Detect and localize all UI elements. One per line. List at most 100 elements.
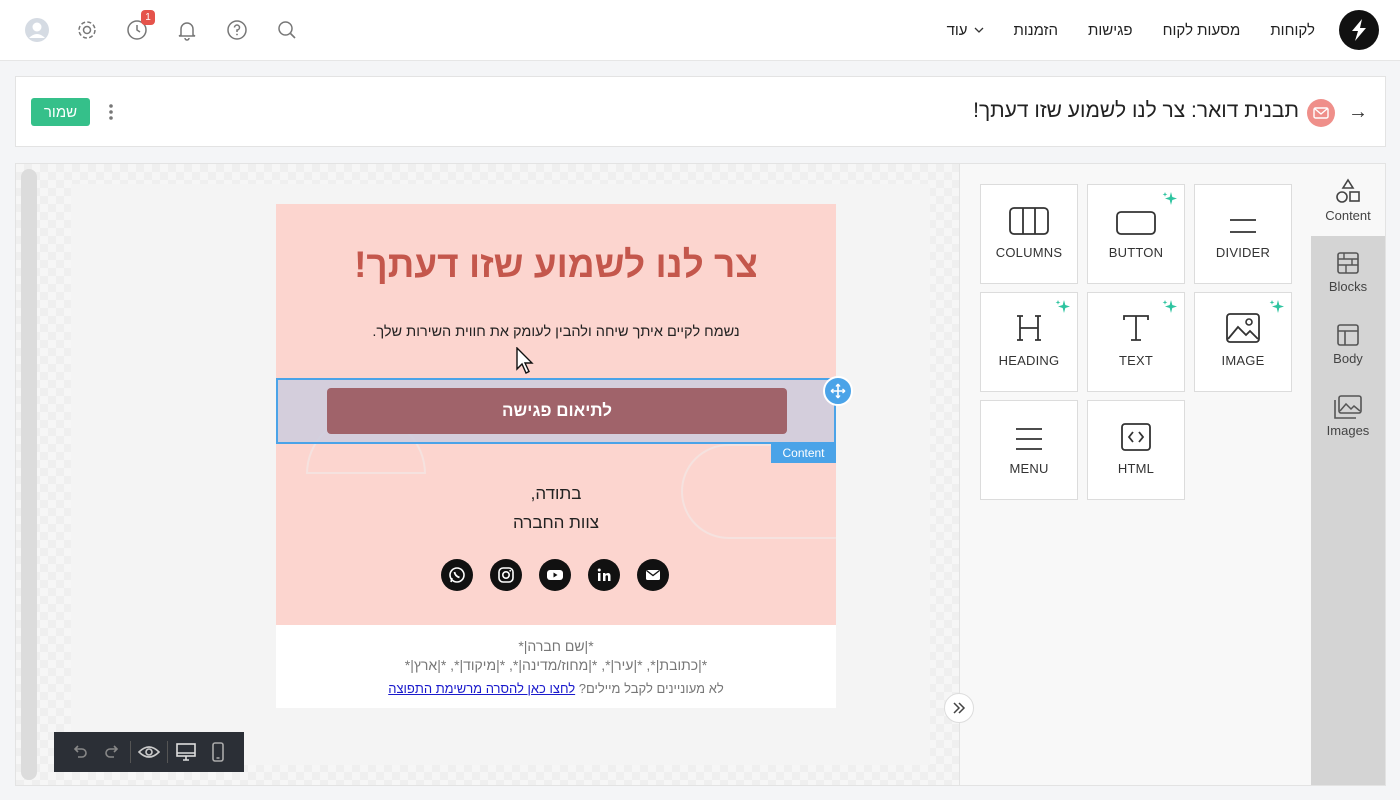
tool-label: MENU bbox=[1009, 461, 1049, 476]
footer-unsubscribe: לא מעוניינים לקבל מיילים? לחצו כאן להסרה… bbox=[276, 681, 836, 696]
history-icon[interactable]: 1 bbox=[124, 10, 155, 43]
nav-meetings[interactable]: פגישות bbox=[1088, 22, 1133, 39]
layout-icon bbox=[1337, 323, 1359, 346]
email-body-text[interactable]: נשמח לקיים איתך שיחה ולהבין לעומק את חוו… bbox=[276, 324, 836, 340]
move-handle-icon[interactable] bbox=[823, 376, 853, 406]
tool-label: HEADING bbox=[998, 353, 1060, 368]
unsubscribe-prefix: לא מעוניינים לקבל מיילים? bbox=[578, 681, 724, 696]
tool-label: DIVIDER bbox=[1215, 245, 1271, 260]
tool-html[interactable]: HTML bbox=[1087, 400, 1185, 500]
images-icon bbox=[1334, 394, 1362, 419]
tool-image[interactable]: IMAGE bbox=[1194, 292, 1292, 392]
top-icons: 1 bbox=[24, 10, 300, 43]
email-footer[interactable]: *|שם חברה|* *|כתובת|*, *|עיר|*, *|מחוז/מ… bbox=[276, 625, 836, 708]
gear-icon[interactable] bbox=[74, 17, 100, 43]
footer-company: *|שם חברה|* bbox=[518, 638, 594, 654]
cta-button[interactable]: לתיאום פגישה bbox=[327, 388, 787, 434]
nav-more-dropdown[interactable]: עוד bbox=[947, 22, 984, 39]
shapes-icon bbox=[1336, 177, 1360, 203]
avatar[interactable] bbox=[24, 17, 50, 43]
page-title: תבנית דואר: צר לנו לשמוע שזו דעתך! bbox=[973, 99, 1299, 122]
image-icon bbox=[1226, 313, 1260, 343]
tool-text[interactable]: TEXT bbox=[1087, 292, 1185, 392]
app-logo[interactable] bbox=[1339, 10, 1379, 50]
canvas-scrollbar[interactable] bbox=[21, 169, 37, 780]
linkedin-icon[interactable] bbox=[588, 559, 620, 591]
tab-body[interactable]: Body bbox=[1311, 308, 1385, 380]
content-tag: Content bbox=[771, 443, 836, 463]
tab-images-label: Images bbox=[1326, 422, 1370, 438]
heading-icon bbox=[1017, 315, 1041, 341]
tool-menu[interactable]: MENU bbox=[980, 400, 1078, 500]
main-nav: לקוחות מסעות לקוח פגישות הזמנות עוד bbox=[947, 0, 1315, 60]
redo-icon[interactable] bbox=[96, 732, 128, 772]
template-header: → תבנית דואר: צר לנו לשמוע שזו דעתך! שמו… bbox=[15, 76, 1386, 147]
nav-more-label: עוד bbox=[946, 21, 968, 39]
social-links bbox=[441, 559, 669, 591]
tool-label: IMAGE bbox=[1221, 353, 1265, 368]
email-preview: צר לנו לשמוע שזו דעתך! נשמח לקיים איתך ש… bbox=[276, 204, 836, 708]
canvas-body: צר לנו לשמוע שזו דעתך! נשמח לקיים איתך ש… bbox=[71, 184, 930, 765]
tab-body-label: Body bbox=[1333, 350, 1363, 366]
tab-content[interactable]: Content bbox=[1311, 164, 1385, 236]
more-options-icon[interactable] bbox=[107, 102, 115, 122]
tab-content-label: Content bbox=[1325, 207, 1371, 223]
ai-sparkle-icon bbox=[1055, 300, 1070, 313]
button-icon bbox=[1116, 211, 1156, 235]
tool-columns[interactable]: COLUMNS bbox=[980, 184, 1078, 284]
back-arrow-icon[interactable]: → bbox=[1348, 101, 1368, 124]
mail-icon bbox=[1307, 99, 1335, 127]
tool-label: COLUMNS bbox=[995, 245, 1063, 260]
selected-button-row[interactable]: לתיאום פגישה bbox=[276, 378, 836, 444]
undo-icon[interactable] bbox=[64, 732, 96, 772]
columns-icon bbox=[1009, 207, 1049, 235]
toolbar-divider bbox=[167, 741, 168, 763]
youtube-icon[interactable] bbox=[539, 559, 571, 591]
email-icon[interactable] bbox=[637, 559, 669, 591]
tool-heading[interactable]: HEADING bbox=[980, 292, 1078, 392]
mobile-view-icon[interactable] bbox=[202, 732, 234, 772]
editor-canvas[interactable]: צר לנו לשמוע שזו דעתך! נשמח לקיים איתך ש… bbox=[16, 164, 959, 785]
nav-customers[interactable]: לקוחות bbox=[1270, 22, 1315, 39]
html-code-icon bbox=[1121, 423, 1151, 451]
tab-blocks[interactable]: Blocks bbox=[1311, 236, 1385, 308]
nav-orders[interactable]: הזמנות bbox=[1014, 22, 1058, 39]
mouse-cursor-icon bbox=[516, 347, 534, 374]
signoff-line-2: צוות החברה bbox=[512, 513, 600, 532]
email-editor: צר לנו לשמוע שזו דעתך! נשמח לקיים איתך ש… bbox=[15, 163, 1386, 786]
chevron-down-icon bbox=[974, 27, 983, 33]
bell-icon[interactable] bbox=[174, 17, 200, 43]
save-button[interactable]: שמור bbox=[31, 98, 90, 126]
tool-label: TEXT bbox=[1118, 353, 1154, 368]
preview-eye-icon[interactable] bbox=[133, 732, 165, 772]
signoff-line-1: בתודה, bbox=[530, 484, 582, 503]
unsubscribe-link[interactable]: לחצו כאן להסרה מרשימת התפוצה bbox=[388, 681, 575, 696]
search-icon[interactable] bbox=[274, 17, 300, 43]
collapse-panel-icon[interactable] bbox=[944, 693, 974, 723]
menu-icon bbox=[1016, 428, 1042, 450]
toolbar-divider bbox=[130, 741, 131, 763]
text-icon bbox=[1123, 315, 1149, 341]
top-navbar: לקוחות מסעות לקוח פגישות הזמנות עוד 1 bbox=[0, 0, 1400, 61]
whatsapp-icon[interactable] bbox=[441, 559, 473, 591]
instagram-icon[interactable] bbox=[490, 559, 522, 591]
email-hero[interactable]: צר לנו לשמוע שזו דעתך! נשמח לקיים איתך ש… bbox=[276, 204, 836, 625]
history-badge: 1 bbox=[141, 10, 155, 25]
help-icon[interactable] bbox=[224, 17, 250, 43]
ai-sparkle-icon bbox=[1162, 192, 1177, 205]
tool-label: BUTTON bbox=[1108, 245, 1164, 260]
tab-images[interactable]: Images bbox=[1311, 380, 1385, 452]
desktop-view-icon[interactable] bbox=[170, 732, 202, 772]
editor-toolbar bbox=[54, 732, 244, 772]
tool-label: HTML bbox=[1117, 461, 1155, 476]
tab-blocks-label: Blocks bbox=[1328, 278, 1368, 294]
blocks-icon bbox=[1337, 251, 1359, 274]
side-tabs: Content Blocks Body Images bbox=[1311, 164, 1385, 785]
email-signoff[interactable]: בתודה, צוות החברה bbox=[276, 479, 836, 537]
tool-divider[interactable]: DIVIDER bbox=[1194, 184, 1292, 284]
content-panel: COLUMNS BUTTON DIVIDER HEADING TEXT IMAG… bbox=[959, 164, 1311, 785]
ai-sparkle-icon bbox=[1162, 300, 1177, 313]
nav-customer-journeys[interactable]: מסעות לקוח bbox=[1163, 22, 1241, 39]
tool-button[interactable]: BUTTON bbox=[1087, 184, 1185, 284]
email-heading[interactable]: צר לנו לשמוע שזו דעתך! bbox=[276, 244, 836, 286]
